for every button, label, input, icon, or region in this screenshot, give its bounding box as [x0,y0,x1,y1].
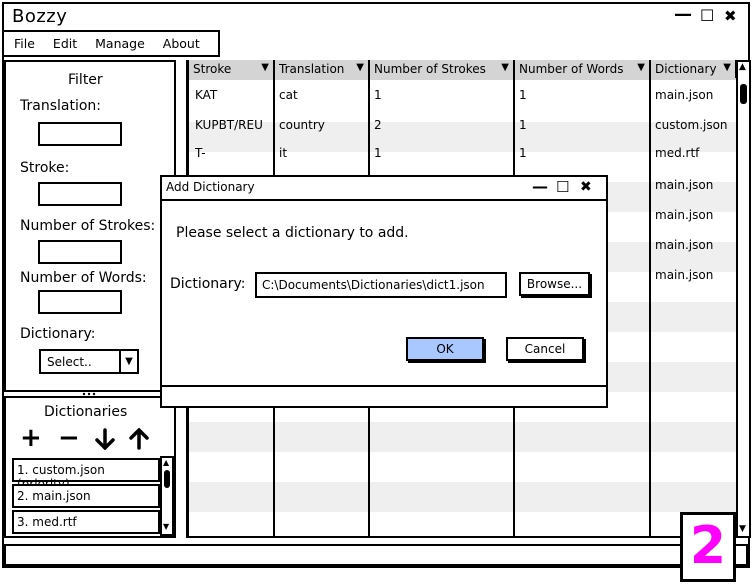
scroll-thumb[interactable] [164,470,170,488]
words-count-input[interactable] [38,290,122,314]
table-cell[interactable]: T- [195,146,206,160]
dictionary-filter-label: Dictionary: [20,326,96,342]
dictionaries-scrollbar[interactable]: ▲ ▼ [160,456,174,536]
dictionary-select[interactable]: Select.. ▼ [39,349,139,374]
status-bar [4,544,748,566]
scroll-up-icon[interactable]: ▲ [163,458,169,467]
arrow-down-icon[interactable] [94,428,116,454]
step-badge: 2 [680,512,736,582]
cancel-button[interactable]: Cancel [506,337,584,361]
dictionaries-panel: Dictionaries + − 1. custom.json (priorit… [4,396,176,538]
strokes-count-label: Number of Strokes: [20,218,156,234]
table-scrollbar[interactable]: ▲ ▼ [736,60,751,538]
column-header-label: Stroke [193,62,232,76]
column-header-stroke[interactable]: Stroke ▼ [189,60,275,78]
column-header-label: Dictionary [655,62,717,76]
column-header-translation[interactable]: Translation ▼ [275,60,370,78]
table-cell[interactable]: main.json [655,268,713,282]
column-header-words[interactable]: Number of Words ▼ [515,60,651,78]
close-icon[interactable]: ✖ [724,7,737,25]
translation-input[interactable] [38,122,122,146]
table-cell[interactable]: med.rtf [655,146,699,160]
table-cell[interactable]: 1 [519,146,527,160]
dictionary-select-value: Select.. [47,355,92,369]
menu-file[interactable]: File [4,36,43,51]
scroll-down-icon[interactable]: ▼ [739,524,746,534]
column-header-label: Translation [279,62,345,76]
title-bar: Bozzy — ☐ ✖ [4,4,748,32]
menu-edit[interactable]: Edit [43,36,85,51]
menu-manage[interactable]: Manage [85,36,153,51]
maximize-icon[interactable]: ☐ [700,6,714,25]
column-header-dictionary[interactable]: Dictionary ▼ [651,60,737,78]
column-header-strokes[interactable]: Number of Strokes ▼ [370,60,515,78]
add-dictionary-dialog: Add Dictionary — ☐ ✖ Please select a dic… [160,175,608,408]
table-cell[interactable]: 1 [519,88,527,102]
maximize-icon[interactable]: ☐ [556,178,569,196]
table-cell[interactable]: cat [279,88,298,102]
table-cell[interactable]: 1 [374,88,382,102]
arrow-up-icon[interactable] [128,427,150,454]
table-cell[interactable]: 2 [374,118,382,132]
ok-button[interactable]: OK [406,337,484,361]
app-title: Bozzy [12,6,68,27]
sort-icon[interactable]: ▼ [261,62,269,73]
dictionary-path-label: Dictionary: [170,276,246,292]
scroll-thumb[interactable] [740,84,747,104]
dialog-title: Add Dictionary [166,180,255,194]
table-cell[interactable]: KAT [195,88,217,102]
stroke-input[interactable] [38,182,122,206]
sort-icon[interactable]: ▼ [723,62,731,73]
add-icon[interactable]: + [20,424,42,452]
table-cell[interactable]: it [279,146,287,160]
menu-bar: File Edit Manage About [2,30,220,57]
table-cell[interactable]: main.json [655,208,713,222]
dictionary-list-item[interactable]: 1. custom.json (priority) [12,458,160,491]
dictionaries-title: Dictionaries [44,404,128,420]
dialog-divider [162,385,606,387]
dictionary-list-item[interactable]: 3. med.rtf [12,510,160,534]
stroke-label: Stroke: [20,160,70,176]
sort-icon[interactable]: ▼ [501,62,509,73]
scroll-up-icon[interactable]: ▲ [739,62,746,72]
table-cell[interactable]: KUPBT/REU [195,118,263,132]
dictionary-list-item[interactable]: 2. main.json [12,484,160,508]
filter-panel: Filter Translation: Stroke: Number of St… [4,60,176,392]
browse-button[interactable]: Browse... [519,272,590,296]
table-cell[interactable]: custom.json [655,118,728,132]
table-cell[interactable]: main.json [655,238,713,252]
table-cell[interactable]: main.json [655,88,713,102]
strokes-count-input[interactable] [38,240,122,264]
minimize-icon[interactable]: — [674,4,692,25]
words-count-label: Number of Words: [20,270,147,286]
remove-icon[interactable]: − [58,424,80,452]
table-cell[interactable]: 1 [374,146,382,160]
sort-icon[interactable]: ▼ [356,62,364,73]
dialog-message: Please select a dictionary to add. [176,225,409,241]
chevron-down-icon: ▼ [119,351,137,372]
table-cell[interactable]: main.json [655,178,713,192]
table-cell[interactable]: country [279,118,325,132]
filter-title: Filter [68,72,103,88]
table-cell[interactable]: 1 [519,118,527,132]
menu-about[interactable]: About [153,36,208,51]
dialog-title-bar: Add Dictionary — ☐ ✖ [162,177,606,201]
translation-label: Translation: [20,98,101,114]
column-header-label: Number of Words [519,62,624,76]
close-icon[interactable]: ✖ [580,179,592,195]
dictionary-path-input[interactable]: C:\Documents\Dictionaries\dict1.json [255,272,507,298]
sort-icon[interactable]: ▼ [637,62,645,73]
column-header-label: Number of Strokes [374,62,486,76]
scroll-down-icon[interactable]: ▼ [163,522,169,531]
minimize-icon[interactable]: — [532,177,548,196]
